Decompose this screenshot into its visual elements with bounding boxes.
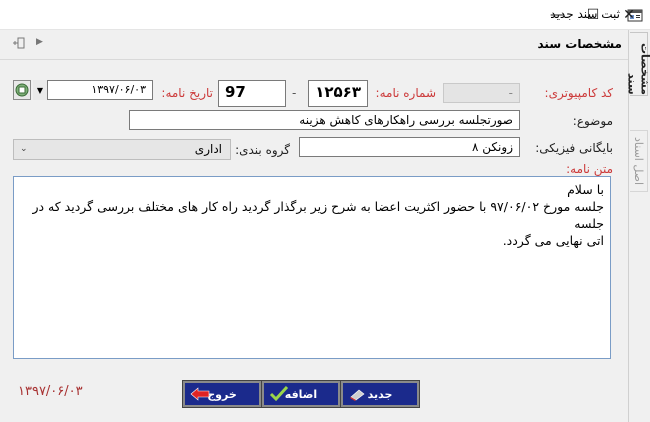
chevron-down-icon: ▼ (36, 85, 44, 95)
exit-button[interactable]: خروج (182, 380, 262, 408)
new-document-icon (350, 389, 365, 401)
tab-original-documents[interactable]: اصل اسناد (630, 130, 648, 192)
subject-label: موضوع: (572, 114, 613, 128)
section-title: مشخصات سند (537, 37, 623, 51)
title-bar: ثبت سند جدید — ☐ ✕ (0, 0, 650, 30)
chevron-down-icon: ⌄ (20, 144, 28, 154)
new-button-label: جدید (367, 387, 393, 401)
body-line: اتی نهایی می گردد. (502, 233, 604, 248)
computer-code-label: کد کامپیوتری: (544, 86, 613, 100)
checkmark-icon (269, 386, 289, 402)
body-textarea[interactable]: با سلام جلسه مورخ ۹۷/۰۶/۰۲ با حضور اکثری… (13, 176, 611, 359)
expand-arrow-icon[interactable]: ▶ (36, 37, 43, 47)
subject-input[interactable]: صورتجلسه بررسی راهکارهای کاهش هزینه (129, 110, 520, 130)
archive-label: بایگانی فیزیکی: (535, 141, 613, 155)
body-line: با سلام (567, 182, 604, 197)
letter-date-label: تاریخ نامه: (161, 86, 213, 100)
subject-value: صورتجلسه بررسی راهکارهای کاهش هزینه (299, 113, 513, 127)
date-dropdown-button[interactable]: ▼ (33, 80, 48, 100)
add-button-label: اضافه (284, 387, 318, 401)
letter-date-value: ۱۳۹۷/۰۶/۰۳ (91, 83, 146, 96)
add-button[interactable]: اضافه (261, 380, 341, 408)
new-button[interactable]: جدید (340, 380, 420, 408)
letter-date-input[interactable]: ۱۳۹۷/۰۶/۰۳ (33, 80, 153, 100)
calendar-icon (15, 83, 29, 97)
number-separator: - (292, 86, 297, 100)
archive-value: زونکن ۸ (472, 140, 513, 154)
group-select[interactable]: اداری ⌄ (13, 139, 231, 160)
window-close-button[interactable]: ✕ (606, 0, 650, 30)
group-value: اداری (194, 142, 222, 156)
body-line: جلسه مورخ ۹۷/۰۶/۰۲ با حضور اکثریت اعضا ب… (32, 199, 604, 231)
exit-arrow-icon (190, 387, 210, 401)
letter-suffix-value: 97 (225, 83, 246, 101)
letter-number-value: ۱۲۵۶۳ (315, 83, 361, 101)
letter-number-input[interactable]: ۱۲۵۶۳ (308, 80, 368, 107)
dock-icon[interactable] (12, 36, 26, 50)
close-button[interactable] (0, 0, 46, 30)
section-header: ▶ مشخصات سند (0, 30, 628, 60)
archive-input[interactable]: زونکن ۸ (299, 137, 520, 157)
vertical-tabs: مشخصات سند اصل اسناد (626, 30, 650, 422)
group-label: گروه بندی: (235, 143, 290, 157)
letter-number-label: شماره نامه: (375, 86, 436, 100)
calendar-button[interactable] (13, 80, 31, 100)
body-label: متن نامه: (566, 162, 613, 176)
footer-date: ۱۳۹۷/۰۶/۰۳ (18, 384, 83, 399)
letter-suffix-input[interactable]: 97 (218, 80, 286, 107)
tab-document-details[interactable]: مشخصات سند (626, 32, 650, 96)
computer-code-field: - (443, 83, 520, 103)
exit-button-label: خروج (207, 387, 237, 401)
computer-code-value: - (508, 86, 513, 100)
